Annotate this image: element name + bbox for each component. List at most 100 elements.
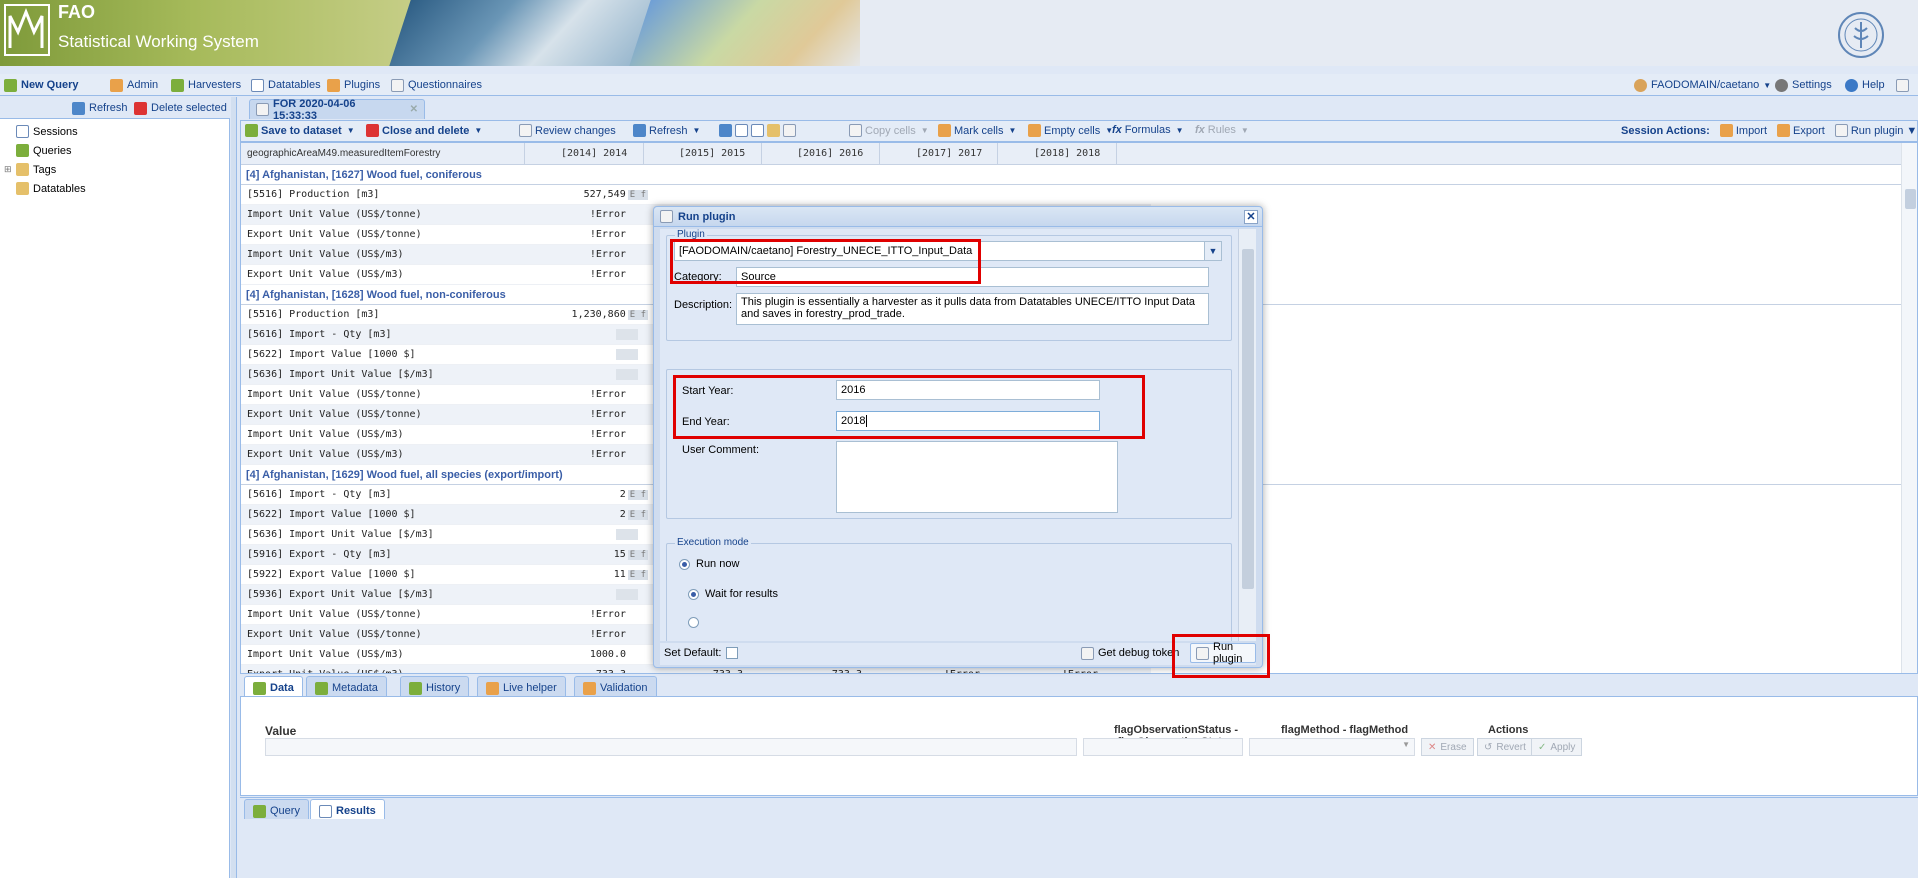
expand-icon[interactable]: ⊞ [4,164,12,175]
cell-2014[interactable]: !Error [590,609,626,620]
empty-cells-label: Empty cells [1044,124,1101,137]
mark-cells-button[interactable]: Mark cells ▼ [938,124,1016,137]
cell-2014[interactable]: 1000.0 [590,649,626,660]
rules-label: Rules [1207,124,1236,136]
copy-cells-button[interactable]: Copy cells ▼ [849,124,929,137]
empty-cell[interactable] [616,529,638,540]
user-comment-field[interactable] [836,441,1118,513]
description-field[interactable]: This plugin is essentially a harvester a… [736,293,1209,325]
grid-header-2017[interactable]: [2017] 2017 [916,148,982,159]
new-query-button[interactable]: New Query [4,77,78,93]
table-row[interactable]: [5516] Production [m3] 527,549 E f [241,185,1151,205]
cell-2014[interactable]: !Error [590,629,626,640]
empty-cell[interactable] [616,349,638,360]
rules-button[interactable]: fx Rules ▼ [1195,124,1249,136]
settings-button[interactable]: Settings [1775,77,1832,93]
flag-method-field[interactable]: ▼ [1249,738,1415,756]
tree-item-queries[interactable]: Queries [16,144,72,157]
formulas-button[interactable]: fx Formulas ▼ [1112,124,1184,136]
tree-item-sessions[interactable]: Sessions [16,125,78,138]
send-email-radio[interactable] [688,617,699,628]
cell-2014[interactable]: !Error [590,269,626,280]
apply-button[interactable]: ✓ Apply [1531,738,1583,756]
cell-2014[interactable]: 2E f [620,509,648,520]
close-tab-icon[interactable]: ✕ [410,104,418,115]
grid-scrollbar-thumb[interactable] [1905,189,1916,209]
dialog-scrollbar[interactable] [1238,229,1256,641]
import-button[interactable]: Import [1719,124,1767,137]
run-now-radio[interactable] [679,559,690,570]
review-changes-button[interactable]: Review changes [519,124,616,137]
row-label: [5622] Import Value [1000 $] [247,349,416,360]
grid-header-2016[interactable]: [2016] 2016 [797,148,863,159]
run-plugin-toolbar-button[interactable]: Run plugin ▼ [1834,124,1917,137]
tree-item-datatables[interactable]: Datatables [16,182,86,195]
view-tools[interactable] [719,124,796,137]
end-year-field[interactable]: 2018 ▲▼ [836,411,1100,431]
cell-2014[interactable]: 15 E f [614,549,648,560]
grid-header-2014[interactable]: [2014] 2014 [561,148,627,159]
grid-refresh-button[interactable]: Refresh ▼ [633,124,700,137]
group-row[interactable]: [4] Afghanistan, [1627] Wood fuel, conif… [241,165,1917,185]
erase-button[interactable]: ✕ Erase [1421,738,1474,756]
cell-2014[interactable]: 11 E f [614,569,648,580]
category-field[interactable]: Source [736,267,1209,287]
run-plugin-button[interactable]: Run plugin [1190,641,1256,665]
set-default-checkbox[interactable] [726,647,738,659]
delete-selected-button[interactable]: Delete selected [134,100,227,116]
empty-cell[interactable] [616,369,638,380]
cell-2014[interactable]: !Error [590,409,626,420]
tab-results[interactable]: Results [310,799,385,819]
close-and-delete-button[interactable]: Close and delete ▼ [366,124,482,137]
revert-button[interactable]: ↺ Revert [1477,738,1533,756]
plugins-button[interactable]: Plugins [327,77,380,93]
cell-2014[interactable]: !Error [590,449,626,460]
grid-header-2015[interactable]: [2015] 2015 [679,148,745,159]
value-field[interactable] [265,738,1077,756]
tab-history[interactable]: History [400,676,470,696]
cell-2014[interactable]: 1,230,860 E f [572,309,648,320]
datatables-button[interactable]: Datatables [251,77,321,93]
nav-refresh-button[interactable]: Refresh [72,100,128,116]
chevron-down-icon[interactable]: ▼ [1204,242,1221,260]
start-year-field[interactable]: 2016 ▲▼ [836,380,1100,400]
maximize-button[interactable] [1896,77,1909,93]
cell-2014[interactable]: !Error [590,249,626,260]
cell-2014[interactable]: !Error [590,429,626,440]
dialog-title-bar[interactable]: Run plugin [654,207,1262,227]
cell-2014[interactable]: !Error [590,389,626,400]
tab-query[interactable]: Query [244,799,309,819]
tab-metadata[interactable]: Metadata [306,676,387,696]
plugin-select[interactable]: [FAODOMAIN/caetano] Forestry_UNECE_ITTO_… [674,241,1222,261]
get-debug-token-button[interactable]: Get debug token [1076,643,1184,663]
cell-2014[interactable]: 2E f [620,489,648,500]
category-value: Source [741,271,776,283]
cell-2014[interactable]: !Error [590,209,626,220]
grid-scrollbar[interactable] [1901,143,1917,673]
tab-data[interactable]: Data [244,676,303,696]
empty-cell[interactable] [616,589,638,600]
questionnaires-button[interactable]: Questionnaires [391,77,482,93]
observation-status-field[interactable] [1083,738,1243,756]
session-actions-label: Session Actions: [1621,124,1710,137]
save-to-dataset-button[interactable]: Save to dataset ▼ [245,124,355,137]
grid-header-dimension[interactable]: geographicAreaM49.measuredItemForestry [247,148,440,159]
dialog-scrollbar-thumb[interactable] [1242,249,1254,589]
empty-cells-button[interactable]: Empty cells ▼ [1028,124,1113,137]
tab-validation[interactable]: Validation [574,676,657,696]
dialog-close-button[interactable]: ✕ [1244,210,1258,224]
grid-header-2018[interactable]: [2018] 2018 [1034,148,1100,159]
harvesters-button[interactable]: Harvesters [171,77,241,93]
tab-live-helper[interactable]: Live helper [477,676,566,696]
wait-for-results-radio[interactable] [688,589,699,600]
empty-cell[interactable] [616,329,638,340]
tree-item-tags[interactable]: ⊞ Tags [4,163,56,176]
user-menu[interactable]: FAODOMAIN/caetano ▼ [1634,77,1771,93]
session-tab[interactable]: FOR 2020-04-06 15:33:33 ✕ [249,98,425,122]
flag-badge: E f [627,310,648,320]
export-button[interactable]: Export [1777,124,1825,137]
cell-2014[interactable]: 527,549 E f [584,189,648,200]
admin-button[interactable]: Admin [110,77,158,93]
cell-2014[interactable]: !Error [590,229,626,240]
help-button[interactable]: Help [1845,77,1885,93]
